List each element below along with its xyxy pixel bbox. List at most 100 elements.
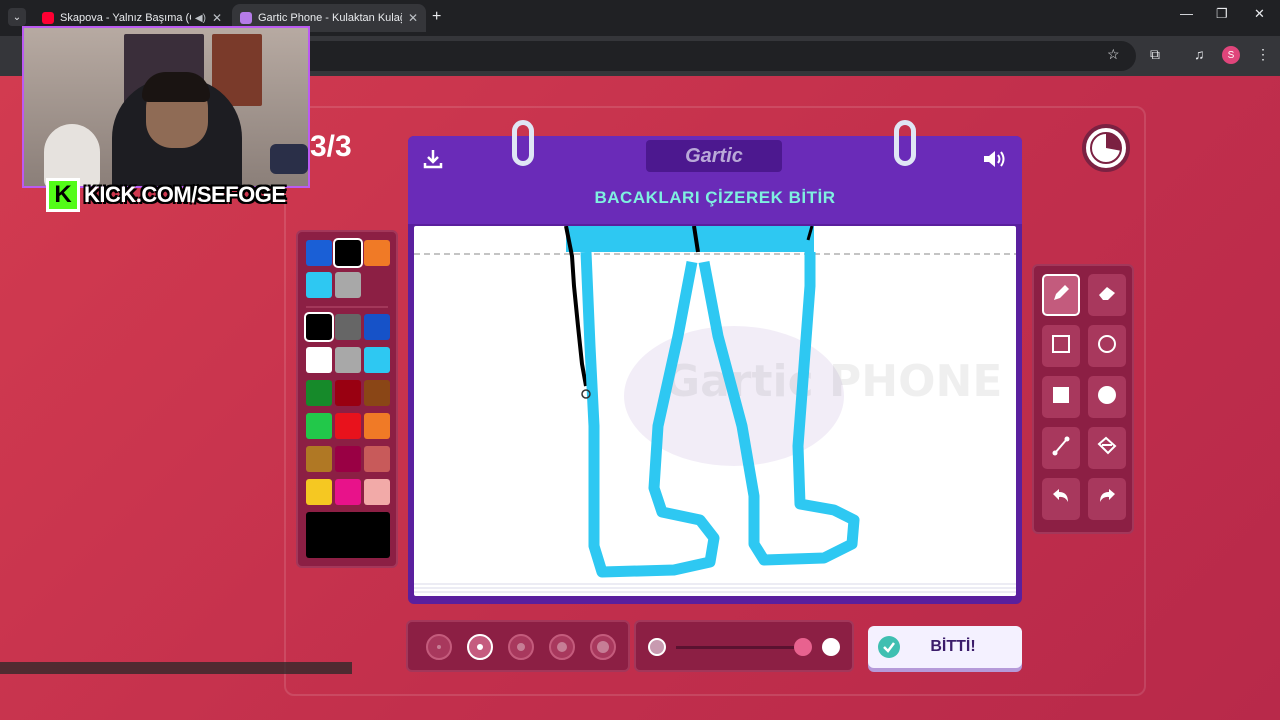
color-swatch[interactable] xyxy=(335,380,361,406)
gartic-logo: Gartic xyxy=(646,140,782,172)
board-header: Gartic BACAKLARI ÇİZEREK BİTİR xyxy=(408,120,1022,224)
brush-size-button[interactable] xyxy=(590,634,616,660)
opacity-handle[interactable] xyxy=(794,638,812,656)
color-swatch[interactable] xyxy=(304,312,334,342)
undo-tool-button[interactable] xyxy=(1042,478,1080,520)
color-swatch[interactable] xyxy=(364,347,390,373)
color-swatch[interactable] xyxy=(364,479,390,505)
bucket-tool-button[interactable] xyxy=(1088,427,1126,469)
profile-avatar[interactable]: S xyxy=(1222,46,1240,64)
minimize-icon[interactable]: — xyxy=(1180,6,1193,21)
eraser-tool-button[interactable] xyxy=(1088,274,1126,316)
redo-icon xyxy=(1096,486,1118,513)
streamer-hair xyxy=(142,72,210,102)
notebook-page-edges xyxy=(414,583,1016,593)
volume-icon[interactable] xyxy=(982,148,1008,175)
brush-size-selector xyxy=(406,620,630,672)
undo-icon xyxy=(1050,486,1072,513)
instruction-title: BACAKLARI ÇİZEREK BİTİR xyxy=(594,188,836,207)
tab-search-icon[interactable]: ⌄ xyxy=(8,8,26,26)
opacity-track[interactable] xyxy=(676,646,804,649)
color-swatch[interactable] xyxy=(335,446,361,472)
opacity-slider[interactable] xyxy=(634,620,854,672)
color-swatch[interactable] xyxy=(335,314,361,340)
ellipse-outline-icon xyxy=(1096,333,1118,360)
recent-color-swatch[interactable] xyxy=(364,240,390,266)
close-window-icon[interactable]: ✕ xyxy=(1254,6,1265,22)
ellipse-fill-tool-button[interactable] xyxy=(1088,376,1126,418)
rectangle-outline-tool-button[interactable] xyxy=(1042,325,1080,367)
line-icon xyxy=(1050,435,1072,462)
brush-size-button[interactable] xyxy=(549,634,575,660)
color-swatch[interactable] xyxy=(306,413,332,439)
color-swatch[interactable] xyxy=(364,380,390,406)
microphone xyxy=(270,144,308,174)
kick-logo-icon: K xyxy=(46,178,80,212)
kick-channel-url: KICK.COM/SEFOGE xyxy=(84,182,286,207)
recent-color-swatch[interactable] xyxy=(333,238,363,268)
pencil-icon xyxy=(1050,282,1072,309)
redo-tool-button[interactable] xyxy=(1088,478,1126,520)
close-icon[interactable]: ✕ xyxy=(212,11,222,25)
brush-size-dot-icon xyxy=(437,645,441,649)
extensions-icon[interactable]: ⧉ xyxy=(1150,46,1160,63)
color-swatch[interactable] xyxy=(335,479,361,505)
chat-overlay-strip xyxy=(0,662,352,674)
recent-color-swatch[interactable] xyxy=(306,272,332,298)
round-counter: 3/3 xyxy=(310,130,352,163)
brush-size-dot-icon xyxy=(557,642,567,652)
ellipse-outline-tool-button[interactable] xyxy=(1088,325,1126,367)
restore-icon[interactable]: ❐ xyxy=(1216,6,1228,22)
brush-size-button[interactable] xyxy=(508,634,534,660)
binder-ring xyxy=(512,120,534,166)
current-color-preview xyxy=(306,512,390,558)
color-swatch[interactable] xyxy=(364,413,390,439)
color-swatch[interactable] xyxy=(335,347,361,373)
timer xyxy=(1082,124,1130,172)
rectangle-fill-tool-button[interactable] xyxy=(1042,376,1080,418)
check-icon xyxy=(878,636,900,658)
color-swatch[interactable] xyxy=(364,446,390,472)
brush-size-button[interactable] xyxy=(467,634,493,660)
pencil-tool-button[interactable] xyxy=(1042,274,1080,316)
brush-size-button[interactable] xyxy=(426,634,452,660)
torso-fill xyxy=(566,226,814,252)
bookmark-star-icon[interactable]: ☆ xyxy=(1107,46,1120,63)
opacity-max-icon xyxy=(822,638,840,656)
speaker-icon[interactable]: ◀) xyxy=(195,13,206,24)
recent-color-swatch[interactable] xyxy=(306,240,332,266)
drawing-canvas[interactable]: Gartic PHONE xyxy=(414,226,1016,596)
color-swatch[interactable] xyxy=(306,380,332,406)
color-swatch[interactable] xyxy=(306,446,332,472)
color-swatch[interactable] xyxy=(364,314,390,340)
opacity-min-icon xyxy=(648,638,666,656)
ellipse-fill-icon xyxy=(1096,384,1118,411)
timer-icon xyxy=(1090,132,1122,164)
watermark-text: Gartic PHONE xyxy=(664,356,1002,407)
recent-color-swatch[interactable] xyxy=(335,272,361,298)
youtube-favicon-icon xyxy=(42,12,54,24)
tab-title: Gartic Phone - Kulaktan Kulağa xyxy=(258,12,402,24)
binder-ring xyxy=(894,120,916,166)
close-icon[interactable]: ✕ xyxy=(408,11,418,25)
media-control-icon[interactable]: ♫ xyxy=(1194,46,1205,62)
done-label: BİTTİ! xyxy=(930,638,976,655)
color-swatch[interactable] xyxy=(335,413,361,439)
color-swatch[interactable] xyxy=(306,347,332,373)
color-palette xyxy=(296,230,398,568)
palette-divider xyxy=(306,306,388,308)
tab-title: Skapova - Yalnız Başıma (O xyxy=(60,12,191,24)
canvas-drawing: Gartic PHONE xyxy=(414,226,1016,578)
new-tab-icon[interactable]: + xyxy=(432,8,441,26)
gartic-favicon-icon xyxy=(240,12,252,24)
color-swatch[interactable] xyxy=(306,479,332,505)
rectangle-outline-icon xyxy=(1050,333,1072,360)
menu-icon[interactable]: ⋮ xyxy=(1256,46,1270,63)
drawing-board: Gartic BACAKLARI ÇİZEREK BİTİR Gartic PH… xyxy=(408,120,1022,604)
brush-size-dot-icon xyxy=(477,644,483,650)
line-tool-button[interactable] xyxy=(1042,427,1080,469)
done-button[interactable]: BİTTİ! xyxy=(868,626,1022,668)
download-icon[interactable] xyxy=(422,148,444,175)
kick-channel-badge: K KICK.COM/SEFOGE xyxy=(46,178,286,212)
eraser-icon xyxy=(1096,282,1118,309)
